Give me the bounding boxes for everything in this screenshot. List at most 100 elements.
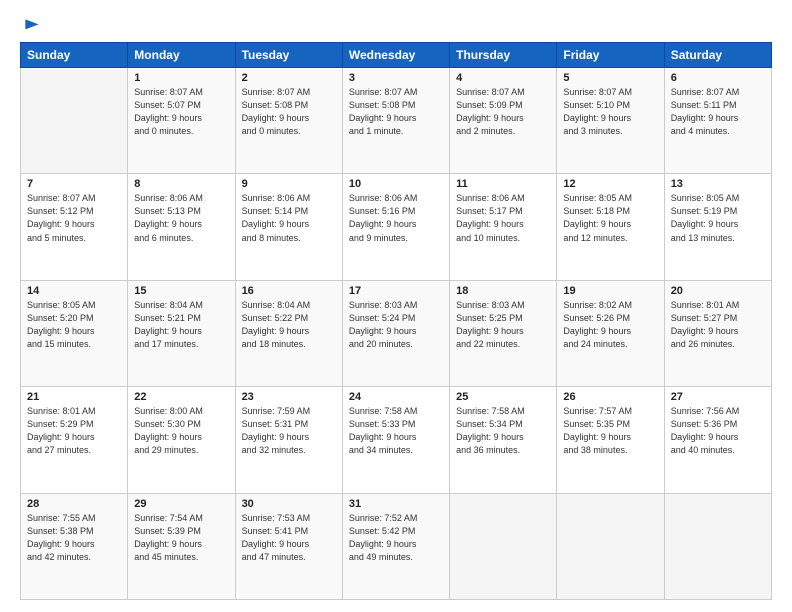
day-info: Sunrise: 8:06 AM Sunset: 5:14 PM Dayligh… bbox=[242, 192, 336, 244]
calendar-cell: 4 Sunrise: 8:07 AM Sunset: 5:09 PM Daylig… bbox=[450, 68, 557, 174]
calendar-week-row: 14Sunrise: 8:05 AM Sunset: 5:20 PM Dayli… bbox=[21, 280, 772, 386]
calendar-cell: 28 Sunrise: 7:55 AM Sunset: 5:38 PM Dayli… bbox=[21, 493, 128, 599]
calendar-cell: 25 Sunrise: 7:58 AM Sunset: 5:34 PM Dayli… bbox=[450, 387, 557, 493]
day-info: Sunrise: 8:07 AM Sunset: 5:08 PM Dayligh… bbox=[349, 86, 443, 138]
day-number: 16 bbox=[242, 285, 336, 297]
calendar-cell: 8 Sunrise: 8:06 AM Sunset: 5:13 PM Daylig… bbox=[128, 174, 235, 280]
day-number: 11 bbox=[456, 178, 550, 190]
calendar-cell: 21Sunrise: 8:01 AM Sunset: 5:29 PM Dayli… bbox=[21, 387, 128, 493]
calendar-cell: 14Sunrise: 8:05 AM Sunset: 5:20 PM Dayli… bbox=[21, 280, 128, 386]
calendar-cell: 24Sunrise: 7:58 AM Sunset: 5:33 PM Dayli… bbox=[342, 387, 449, 493]
logo-flag-icon bbox=[22, 16, 42, 36]
column-header-thursday: Thursday bbox=[450, 43, 557, 68]
calendar-page: SundayMondayTuesdayWednesdayThursdayFrid… bbox=[0, 0, 792, 612]
calendar-cell: 22 Sunrise: 8:00 AM Sunset: 5:30 PM Dayli… bbox=[128, 387, 235, 493]
calendar-cell: 23 Sunrise: 7:59 AM Sunset: 5:31 PM Dayli… bbox=[235, 387, 342, 493]
day-info: Sunrise: 8:04 AM Sunset: 5:22 PM Dayligh… bbox=[242, 299, 336, 351]
calendar-cell: 19 Sunrise: 8:02 AM Sunset: 5:26 PM Dayli… bbox=[557, 280, 664, 386]
day-info: Sunrise: 8:06 AM Sunset: 5:17 PM Dayligh… bbox=[456, 192, 550, 244]
column-header-wednesday: Wednesday bbox=[342, 43, 449, 68]
day-number: 27 bbox=[671, 391, 765, 403]
day-number: 7 bbox=[27, 178, 121, 190]
calendar-cell bbox=[21, 68, 128, 174]
calendar-cell: 10 Sunrise: 8:06 AM Sunset: 5:16 PM Dayli… bbox=[342, 174, 449, 280]
day-info: Sunrise: 8:04 AM Sunset: 5:21 PM Dayligh… bbox=[134, 299, 228, 351]
day-info: Sunrise: 8:00 AM Sunset: 5:30 PM Dayligh… bbox=[134, 405, 228, 457]
calendar-week-row: 28 Sunrise: 7:55 AM Sunset: 5:38 PM Dayli… bbox=[21, 493, 772, 599]
calendar-cell: 5 Sunrise: 8:07 AM Sunset: 5:10 PM Daylig… bbox=[557, 68, 664, 174]
day-info: Sunrise: 8:07 AM Sunset: 5:12 PM Dayligh… bbox=[27, 192, 121, 244]
day-number: 13 bbox=[671, 178, 765, 190]
calendar-cell: 13 Sunrise: 8:05 AM Sunset: 5:19 PM Dayli… bbox=[664, 174, 771, 280]
calendar-cell: 1 Sunrise: 8:07 AM Sunset: 5:07 PM Daylig… bbox=[128, 68, 235, 174]
day-info: Sunrise: 7:58 AM Sunset: 5:33 PM Dayligh… bbox=[349, 405, 443, 457]
day-info: Sunrise: 7:53 AM Sunset: 5:41 PM Dayligh… bbox=[242, 512, 336, 564]
column-header-sunday: Sunday bbox=[21, 43, 128, 68]
day-number: 4 bbox=[456, 72, 550, 84]
calendar-cell: 20Sunrise: 8:01 AM Sunset: 5:27 PM Dayli… bbox=[664, 280, 771, 386]
day-number: 6 bbox=[671, 72, 765, 84]
column-header-saturday: Saturday bbox=[664, 43, 771, 68]
calendar-cell: 18Sunrise: 8:03 AM Sunset: 5:25 PM Dayli… bbox=[450, 280, 557, 386]
day-info: Sunrise: 8:07 AM Sunset: 5:10 PM Dayligh… bbox=[563, 86, 657, 138]
day-number: 3 bbox=[349, 72, 443, 84]
calendar-cell: 12 Sunrise: 8:05 AM Sunset: 5:18 PM Dayli… bbox=[557, 174, 664, 280]
day-number: 14 bbox=[27, 285, 121, 297]
calendar-cell bbox=[450, 493, 557, 599]
calendar-cell: 3 Sunrise: 8:07 AM Sunset: 5:08 PM Daylig… bbox=[342, 68, 449, 174]
day-info: Sunrise: 7:57 AM Sunset: 5:35 PM Dayligh… bbox=[563, 405, 657, 457]
day-number: 19 bbox=[563, 285, 657, 297]
column-header-friday: Friday bbox=[557, 43, 664, 68]
day-info: Sunrise: 7:58 AM Sunset: 5:34 PM Dayligh… bbox=[456, 405, 550, 457]
day-info: Sunrise: 8:03 AM Sunset: 5:24 PM Dayligh… bbox=[349, 299, 443, 351]
day-number: 9 bbox=[242, 178, 336, 190]
day-info: Sunrise: 7:56 AM Sunset: 5:36 PM Dayligh… bbox=[671, 405, 765, 457]
calendar-cell: 31Sunrise: 7:52 AM Sunset: 5:42 PM Dayli… bbox=[342, 493, 449, 599]
calendar-cell: 29 Sunrise: 7:54 AM Sunset: 5:39 PM Dayli… bbox=[128, 493, 235, 599]
day-number: 18 bbox=[456, 285, 550, 297]
logo bbox=[20, 16, 42, 32]
calendar-cell: 7 Sunrise: 8:07 AM Sunset: 5:12 PM Daylig… bbox=[21, 174, 128, 280]
day-number: 30 bbox=[242, 498, 336, 510]
day-number: 25 bbox=[456, 391, 550, 403]
calendar-week-row: 7 Sunrise: 8:07 AM Sunset: 5:12 PM Daylig… bbox=[21, 174, 772, 280]
day-info: Sunrise: 8:01 AM Sunset: 5:27 PM Dayligh… bbox=[671, 299, 765, 351]
day-number: 28 bbox=[27, 498, 121, 510]
day-info: Sunrise: 8:06 AM Sunset: 5:16 PM Dayligh… bbox=[349, 192, 443, 244]
calendar-cell: 26Sunrise: 7:57 AM Sunset: 5:35 PM Dayli… bbox=[557, 387, 664, 493]
day-info: Sunrise: 8:07 AM Sunset: 5:08 PM Dayligh… bbox=[242, 86, 336, 138]
calendar-week-row: 21Sunrise: 8:01 AM Sunset: 5:29 PM Dayli… bbox=[21, 387, 772, 493]
day-number: 22 bbox=[134, 391, 228, 403]
day-info: Sunrise: 8:07 AM Sunset: 5:11 PM Dayligh… bbox=[671, 86, 765, 138]
day-info: Sunrise: 7:59 AM Sunset: 5:31 PM Dayligh… bbox=[242, 405, 336, 457]
calendar-cell: 30 Sunrise: 7:53 AM Sunset: 5:41 PM Dayli… bbox=[235, 493, 342, 599]
day-number: 8 bbox=[134, 178, 228, 190]
day-number: 29 bbox=[134, 498, 228, 510]
calendar-cell: 17 Sunrise: 8:03 AM Sunset: 5:24 PM Dayli… bbox=[342, 280, 449, 386]
column-header-tuesday: Tuesday bbox=[235, 43, 342, 68]
day-number: 21 bbox=[27, 391, 121, 403]
day-number: 1 bbox=[134, 72, 228, 84]
day-info: Sunrise: 8:02 AM Sunset: 5:26 PM Dayligh… bbox=[563, 299, 657, 351]
calendar-cell: 9 Sunrise: 8:06 AM Sunset: 5:14 PM Daylig… bbox=[235, 174, 342, 280]
day-number: 5 bbox=[563, 72, 657, 84]
day-info: Sunrise: 8:05 AM Sunset: 5:19 PM Dayligh… bbox=[671, 192, 765, 244]
day-number: 17 bbox=[349, 285, 443, 297]
calendar-cell bbox=[664, 493, 771, 599]
day-number: 23 bbox=[242, 391, 336, 403]
calendar-table: SundayMondayTuesdayWednesdayThursdayFrid… bbox=[20, 42, 772, 600]
day-number: 31 bbox=[349, 498, 443, 510]
day-info: Sunrise: 7:54 AM Sunset: 5:39 PM Dayligh… bbox=[134, 512, 228, 564]
calendar-cell bbox=[557, 493, 664, 599]
day-info: Sunrise: 8:06 AM Sunset: 5:13 PM Dayligh… bbox=[134, 192, 228, 244]
calendar-week-row: 1 Sunrise: 8:07 AM Sunset: 5:07 PM Daylig… bbox=[21, 68, 772, 174]
day-info: Sunrise: 8:07 AM Sunset: 5:09 PM Dayligh… bbox=[456, 86, 550, 138]
day-number: 2 bbox=[242, 72, 336, 84]
calendar-header-row: SundayMondayTuesdayWednesdayThursdayFrid… bbox=[21, 43, 772, 68]
day-number: 10 bbox=[349, 178, 443, 190]
day-number: 12 bbox=[563, 178, 657, 190]
calendar-cell: 16 Sunrise: 8:04 AM Sunset: 5:22 PM Dayli… bbox=[235, 280, 342, 386]
day-info: Sunrise: 7:55 AM Sunset: 5:38 PM Dayligh… bbox=[27, 512, 121, 564]
day-info: Sunrise: 8:05 AM Sunset: 5:18 PM Dayligh… bbox=[563, 192, 657, 244]
day-info: Sunrise: 8:07 AM Sunset: 5:07 PM Dayligh… bbox=[134, 86, 228, 138]
